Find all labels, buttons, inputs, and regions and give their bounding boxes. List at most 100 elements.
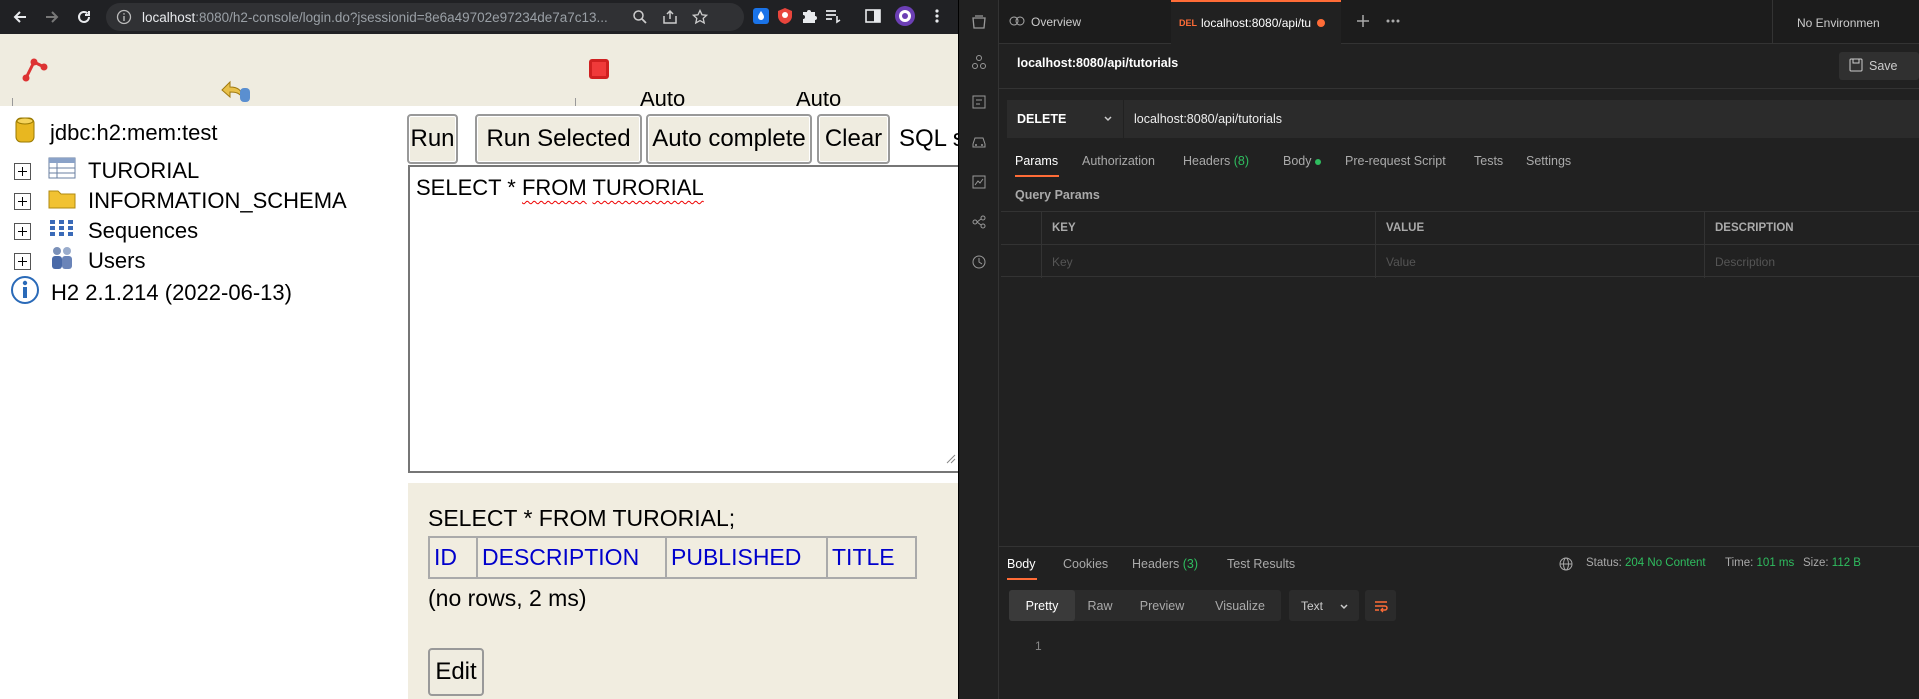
save-button[interactable]: Save <box>1839 52 1919 80</box>
version-label: H2 2.1.214 (2022-06-13) <box>51 280 292 305</box>
tree-item-sequences[interactable]: Sequences <box>14 216 198 246</box>
run-button[interactable]: Run <box>407 114 458 164</box>
environments-icon[interactable] <box>969 92 989 112</box>
edit-button[interactable]: Edit <box>428 648 484 696</box>
reading-list-icon[interactable] <box>824 7 842 30</box>
url-input[interactable]: localhost:8080/api/tutorials <box>1124 100 1919 138</box>
extension-drop-icon[interactable] <box>752 7 770 30</box>
expand-icon[interactable] <box>14 192 31 210</box>
response-size: Size: 112 B <box>1803 557 1861 569</box>
response-tab-headers[interactable]: Headers (3) <box>1132 557 1198 571</box>
size-label: Size: <box>1803 557 1829 569</box>
column-header-description[interactable]: DESCRIPTION <box>476 536 667 579</box>
request-tabs: Params Authorization Headers (8) Body Pr… <box>1015 154 1915 178</box>
run-selected-button[interactable]: Run Selected <box>475 114 642 164</box>
apis-icon[interactable] <box>969 52 989 72</box>
column-header-title[interactable]: TITLE <box>826 536 917 579</box>
reload-icon[interactable] <box>70 3 98 31</box>
share-icon[interactable] <box>662 9 678 30</box>
auto-commit-label: Auto <box>640 92 686 106</box>
format-pretty[interactable]: Pretty <box>1009 590 1075 621</box>
tab-label: Overview <box>1031 15 1082 29</box>
unsaved-dot <box>1317 19 1325 27</box>
text-format-select[interactable]: Text <box>1289 590 1359 621</box>
expand-icon[interactable] <box>14 252 31 270</box>
sql-editor[interactable]: SELECT * FROM TURORIAL <box>408 165 958 473</box>
response-tab-test-results[interactable]: Test Results <box>1227 557 1295 571</box>
tree-item-turorial[interactable]: TURORIAL <box>14 156 199 186</box>
info-icon <box>10 275 40 311</box>
globe-icon[interactable] <box>1559 557 1573 576</box>
rollback-icon[interactable] <box>218 78 254 109</box>
format-visualize[interactable]: Visualize <box>1199 590 1281 621</box>
results-panel: SELECT * FROM TURORIAL; ID DESCRIPTION P… <box>408 483 958 699</box>
key-input[interactable]: Key <box>1052 255 1073 269</box>
tree-item-information-schema[interactable]: INFORMATION_SCHEMA <box>14 186 347 216</box>
column-header-published[interactable]: PUBLISHED <box>665 536 828 579</box>
response-tab-cookies[interactable]: Cookies <box>1063 557 1108 571</box>
tab-overview[interactable]: Overview <box>1009 0 1139 44</box>
tree-item-users[interactable]: Users <box>14 246 145 276</box>
tab-headers[interactable]: Headers (8) <box>1183 154 1249 168</box>
back-icon[interactable] <box>6 3 34 31</box>
bookmark-star-icon[interactable] <box>691 8 709 30</box>
info-icon[interactable] <box>116 9 132 30</box>
response-panel: Body Cookies Headers (3) Test Results St… <box>1001 547 1919 699</box>
flows-icon[interactable] <box>969 212 989 232</box>
mock-servers-icon[interactable] <box>969 132 989 152</box>
address-bar[interactable]: localhost:8080/h2-console/login.do?jsess… <box>106 3 744 31</box>
zoom-icon[interactable] <box>632 9 648 30</box>
sql-keyword-select: SELECT * <box>416 175 522 200</box>
result-table: ID DESCRIPTION PUBLISHED TITLE <box>428 536 917 579</box>
extensions-puzzle-icon[interactable] <box>800 7 818 30</box>
column-header-id[interactable]: ID <box>428 536 478 579</box>
response-tab-body[interactable]: Body <box>1007 557 1036 571</box>
disconnect-icon[interactable] <box>20 54 50 87</box>
extension-shield-icon[interactable] <box>776 7 794 30</box>
stop-icon[interactable] <box>588 58 610 85</box>
more-tabs-icon[interactable] <box>1384 12 1402 35</box>
auto-complete-button[interactable]: Auto complete <box>646 114 812 164</box>
database-icon <box>14 115 36 151</box>
new-tab-plus-icon[interactable] <box>1354 12 1372 35</box>
connection-label: jdbc:h2:mem:test <box>50 120 218 145</box>
active-tab-underline <box>1007 578 1037 580</box>
active-tab-underline <box>1015 175 1059 177</box>
wrap-lines-icon[interactable] <box>1365 590 1396 621</box>
kebab-menu-icon[interactable] <box>928 7 946 30</box>
history-icon[interactable] <box>969 252 989 272</box>
value-input[interactable]: Value <box>1386 255 1416 269</box>
response-format-bar: Pretty Raw Preview Visualize <box>1009 590 1281 621</box>
format-preview[interactable]: Preview <box>1125 590 1199 621</box>
time-label: Time: <box>1725 557 1754 569</box>
description-input[interactable]: Description <box>1715 255 1775 269</box>
environment-selector[interactable]: No Environmen <box>1797 16 1879 30</box>
clear-button[interactable]: Clear <box>817 114 890 164</box>
profile-avatar[interactable] <box>894 5 916 32</box>
tab-pre-request-script[interactable]: Pre-request Script <box>1345 154 1446 168</box>
tab-authorization[interactable]: Authorization <box>1082 154 1155 168</box>
time-value[interactable]: 101 ms <box>1757 557 1795 569</box>
resize-grip-icon[interactable] <box>946 451 956 469</box>
side-panel-icon[interactable] <box>864 7 882 30</box>
request-title[interactable]: localhost:8080/api/tutorials <box>1017 56 1178 70</box>
tab-delete-tutorials[interactable]: DEL localhost:8080/api/tuto <box>1171 0 1341 44</box>
size-value[interactable]: 112 B <box>1832 557 1861 569</box>
format-raw[interactable]: Raw <box>1075 590 1125 621</box>
grid-col-divider <box>1375 212 1376 278</box>
toolbar-divider <box>12 98 13 106</box>
forward-icon[interactable] <box>38 3 66 31</box>
monitors-icon[interactable] <box>969 172 989 192</box>
tab-tests[interactable]: Tests <box>1474 154 1503 168</box>
tab-body[interactable]: Body <box>1283 154 1321 168</box>
expand-icon[interactable] <box>14 222 31 240</box>
overview-icon <box>1009 15 1025 30</box>
tab-params[interactable]: Params <box>1015 154 1058 168</box>
status-value[interactable]: 204 No Content <box>1625 557 1706 569</box>
tree-connection[interactable]: jdbc:h2:mem:test <box>14 115 218 151</box>
tab-settings[interactable]: Settings <box>1526 154 1571 168</box>
folder-icon <box>48 187 76 215</box>
expand-icon[interactable] <box>14 162 31 180</box>
method-select[interactable]: DELETE <box>1007 100 1123 138</box>
collections-icon[interactable] <box>969 12 989 32</box>
